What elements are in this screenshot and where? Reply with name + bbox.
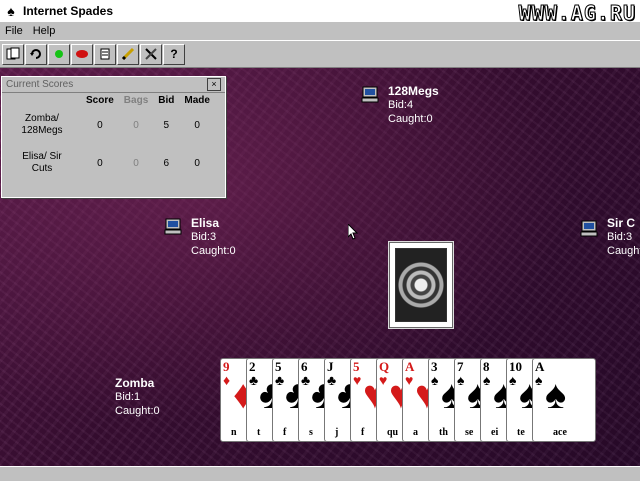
tools-button[interactable] [140, 43, 162, 65]
bags-value: 0 [133, 119, 139, 131]
scores-title: Current Scores [6, 79, 74, 90]
hearts-icon: ♥ [353, 372, 362, 388]
hearts-icon: ♥ [405, 372, 414, 388]
player-west: Elisa Bid:3 Caught:0 [164, 216, 236, 258]
card-word: ace [553, 427, 567, 438]
green-light-button[interactable] [48, 43, 70, 65]
clubs-icon: ♣ [275, 372, 285, 388]
player-south: Zomba Bid:1 Caught:0 [115, 376, 160, 418]
tools-icon [145, 48, 157, 60]
computer-icon [361, 86, 379, 103]
card-word: n [231, 427, 237, 438]
bid-value: 6 [163, 157, 170, 169]
spades-icon: ♠ [457, 372, 465, 388]
scroll-icon [100, 48, 110, 60]
col-bags: Bags [123, 95, 149, 106]
col-made: Made [184, 95, 210, 106]
player-name: Elisa [191, 216, 220, 230]
help-button[interactable]: ? [163, 43, 185, 65]
pencil-button[interactable] [117, 43, 139, 65]
pencil-icon [121, 47, 135, 61]
refresh-button[interactable] [25, 43, 47, 65]
current-scores-panel: Current Scores × Score Bags Bid Made Zom… [1, 76, 226, 198]
spades-icon: ♠ [509, 372, 517, 388]
player-east: Sir C Bid:3 Caught: [607, 216, 640, 258]
player-caught: Caught:0 [388, 113, 433, 125]
player-bid: Bid:3 [607, 231, 633, 243]
toolbar: ? [0, 40, 640, 68]
player-north: 128Megs Bid:4 Caught:0 [361, 84, 439, 126]
card-word: te [517, 427, 525, 438]
spades-icon: ♠ [483, 372, 491, 388]
window-title: Internet Spades [23, 4, 114, 18]
spades-icon: ♠ [535, 372, 543, 388]
new-game-button[interactable] [2, 43, 24, 65]
scores-table: Score Bags Bid Made Zomba/ 128Megs 0 0 5… [6, 95, 215, 182]
spades-icon: ♠ [431, 372, 439, 388]
player-bid: Bid:3 [191, 231, 217, 243]
menu-file[interactable]: File [0, 25, 28, 37]
help-icon: ? [170, 47, 178, 61]
red-light-icon [76, 50, 88, 58]
card-deck[interactable] [389, 242, 453, 328]
col-score: Score [86, 95, 114, 106]
card-word: qu [387, 427, 399, 438]
scores-header: Current Scores × [2, 77, 225, 93]
table-row: Zomba/ 128Megs 0 0 5 0 [6, 106, 215, 144]
playing-card[interactable]: A ♠ ♠ ace [532, 358, 596, 442]
card-word: f [283, 427, 287, 438]
green-light-icon [55, 50, 63, 58]
clubs-icon: ♣ [327, 372, 337, 388]
close-icon[interactable]: × [207, 78, 221, 91]
spade-app-icon: ♠ [7, 3, 15, 19]
col-team [6, 95, 81, 106]
player-caught: Caught:0 [191, 245, 236, 257]
card-word: se [465, 427, 474, 438]
card-back [395, 248, 447, 322]
menu-help[interactable]: Help [28, 25, 61, 37]
player-bid: Bid:4 [388, 99, 414, 111]
computer-icon [164, 218, 182, 235]
score-value: 0 [97, 157, 103, 169]
bags-value: 0 [133, 157, 139, 169]
player-name: Sir C [607, 216, 636, 230]
team-name: Zomba/ 128Megs [21, 113, 63, 136]
table-row: Elisa/ Sir Cuts 0 0 6 0 [6, 144, 215, 182]
clubs-icon: ♣ [301, 372, 311, 388]
spades-icon: ♠ [545, 373, 567, 417]
mouse-cursor-icon [348, 224, 358, 240]
computer-icon [580, 220, 598, 237]
card-word: ei [491, 427, 499, 438]
new-game-icon [6, 47, 20, 60]
card-word: s [309, 427, 313, 438]
bid-value: 5 [163, 119, 170, 131]
card-word: f [361, 427, 365, 438]
made-value: 0 [194, 119, 200, 131]
card-word: t [257, 427, 261, 438]
team-name: Elisa/ Sir Cuts [22, 151, 62, 174]
player-name: Zomba [115, 376, 155, 390]
player-name: 128Megs [388, 84, 439, 98]
player-bid: Bid:1 [115, 391, 141, 403]
diamonds-icon: ♦ [223, 372, 231, 388]
score-value: 0 [97, 119, 103, 131]
status-bar [0, 466, 640, 481]
player-caught: Caught:0 [115, 405, 160, 417]
card-word: a [413, 427, 418, 438]
col-bid: Bid [158, 95, 175, 106]
made-value: 0 [194, 157, 200, 169]
scroll-button[interactable] [94, 43, 116, 65]
refresh-icon [30, 49, 41, 59]
red-light-button[interactable] [71, 43, 93, 65]
player-hand: 9♦♦n2♣♣t5♣♣f6♣♣sJ♣♣j5♥♥fQ♥♥quA♥♥a3♠♠th7♠… [220, 358, 606, 444]
player-caught: Caught: [607, 245, 640, 257]
card-word: th [439, 427, 448, 438]
card-word: j [335, 427, 339, 438]
menu-bar: File Help [0, 22, 640, 40]
clubs-icon: ♣ [249, 372, 259, 388]
hearts-icon: ♥ [379, 372, 388, 388]
